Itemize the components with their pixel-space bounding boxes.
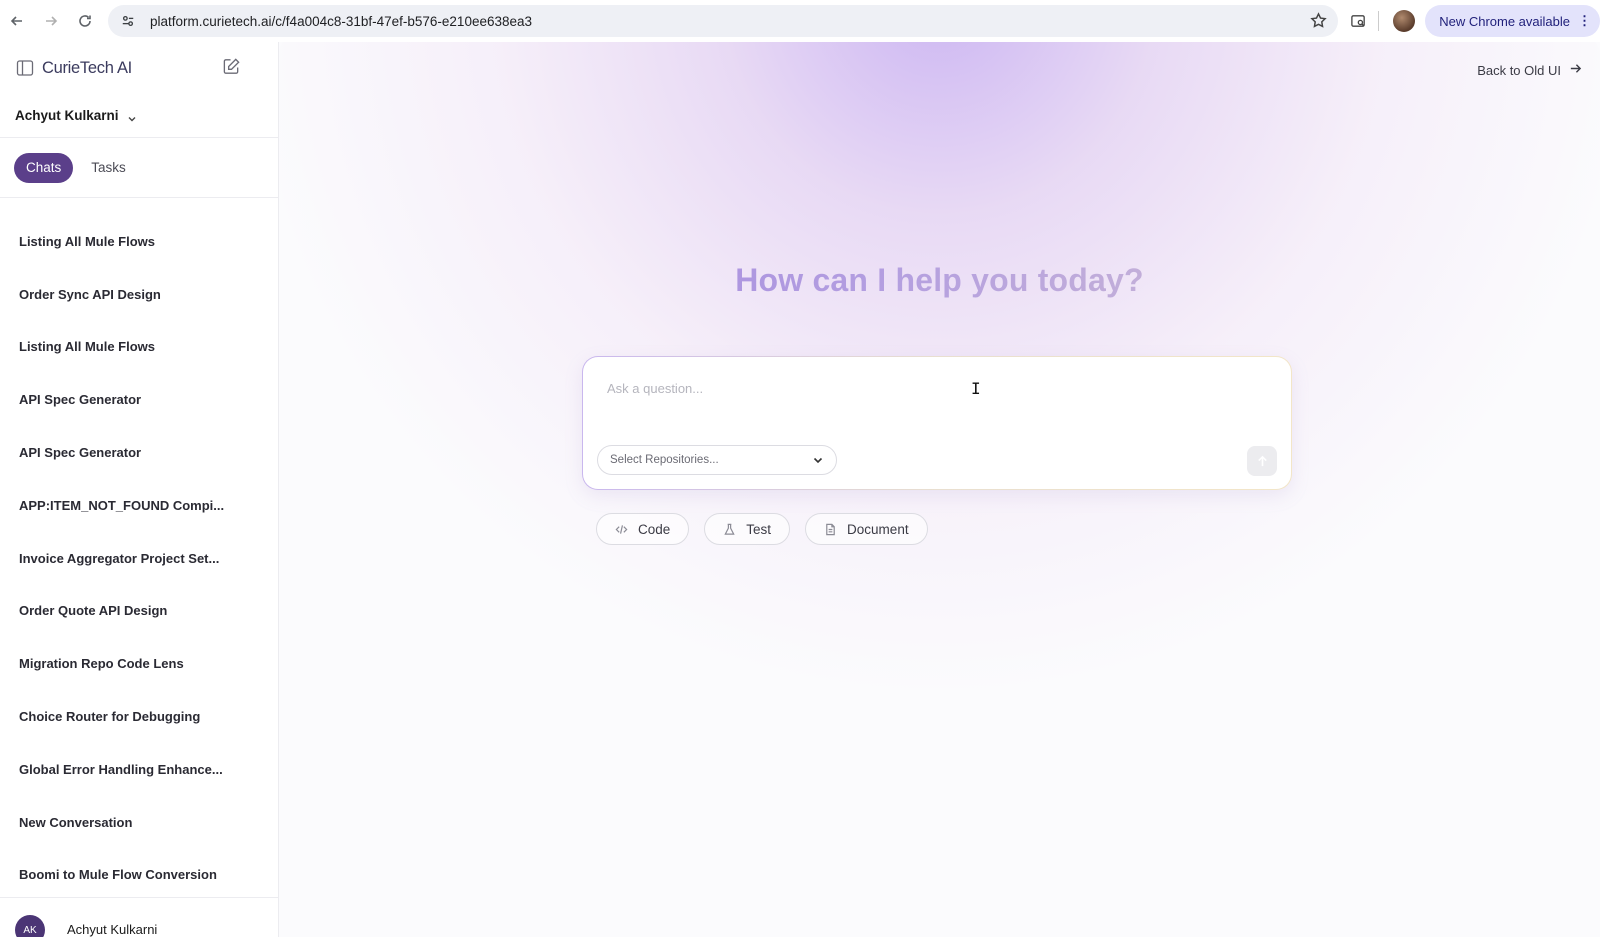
list-item[interactable]: API Spec Generator <box>0 426 230 479</box>
tab-chats[interactable]: Chats <box>14 152 74 183</box>
toolbar-divider <box>1378 11 1380 31</box>
address-bar[interactable]: platform.curietech.ai/c/f4a004c8-31bf-47… <box>108 5 1338 37</box>
document-button-label: Document <box>847 521 909 537</box>
list-item[interactable]: Global Error Handling Enhance... <box>0 743 230 796</box>
chat-composer: Select Repositories... <box>582 356 1292 490</box>
browser-toolbar: platform.curietech.ai/c/f4a004c8-31bf-47… <box>0 0 1600 42</box>
chevron-down-icon <box>812 454 824 466</box>
avatar: AK <box>15 915 45 937</box>
list-item[interactable]: Choice Router for Debugging <box>0 690 230 743</box>
list-item[interactable]: Listing All Mule Flows <box>0 321 230 374</box>
browser-actions: New Chrome available ⋮ <box>1342 5 1600 37</box>
workspace-user-selector[interactable]: Achyut Kulkarni <box>0 94 278 138</box>
account-footer[interactable]: AK Achyut Kulkarni <box>0 897 279 937</box>
send-button[interactable] <box>1247 446 1277 476</box>
footer-user-name: Achyut Kulkarni <box>67 922 158 937</box>
profile-avatar[interactable] <box>1393 10 1416 32</box>
list-item[interactable]: Listing All Mule Flows <box>0 215 230 268</box>
code-button[interactable]: Code <box>596 513 690 545</box>
document-button[interactable]: Document <box>805 513 928 545</box>
brand-logo: CurieTech AI <box>42 58 132 77</box>
page-title: How can I help you today? <box>279 262 1600 299</box>
url-text[interactable]: platform.curietech.ai/c/f4a004c8-31bf-47… <box>150 14 532 29</box>
tab-tasks[interactable]: Tasks <box>79 153 138 183</box>
list-item[interactable]: Migration Repo Code Lens <box>0 637 230 690</box>
more-vert-icon[interactable]: ⋮ <box>1578 13 1591 29</box>
sidebar-toggle-icon[interactable] <box>16 59 34 77</box>
main-panel: Back to Old UI How can I help you today?… <box>279 42 1600 937</box>
code-button-label: Code <box>638 521 671 537</box>
chevron-down-icon <box>127 111 137 121</box>
code-icon <box>615 524 628 534</box>
repository-select-placeholder: Select Repositories... <box>610 454 719 466</box>
back-arrow-icon[interactable] <box>0 4 34 38</box>
test-button-label: Test <box>746 521 772 537</box>
star-icon[interactable] <box>1310 12 1328 30</box>
site-info-icon[interactable] <box>116 9 140 33</box>
chat-list: Listing All Mule Flows Order Sync API De… <box>0 198 278 901</box>
update-chrome-button[interactable]: New Chrome available ⋮ <box>1425 5 1600 37</box>
back-to-old-ui-link[interactable]: Back to Old UI <box>1477 62 1582 78</box>
flask-icon <box>724 523 735 535</box>
back-to-old-ui-label: Back to Old UI <box>1477 62 1561 78</box>
list-item[interactable]: New Conversation <box>0 796 230 849</box>
sidebar-header: CurieTech AI <box>0 42 278 94</box>
forward-arrow-icon[interactable] <box>34 4 68 38</box>
arrow-right-icon <box>1569 62 1582 78</box>
test-button[interactable]: Test <box>704 513 791 545</box>
tab-search-icon[interactable] <box>1342 5 1374 37</box>
list-item[interactable]: APP:ITEM_NOT_FOUND Compi... <box>0 479 230 532</box>
update-label: New Chrome available <box>1439 13 1570 29</box>
reload-icon[interactable] <box>68 4 102 38</box>
question-input[interactable] <box>607 381 1247 421</box>
quick-actions: Code Test Document <box>596 513 928 545</box>
document-icon <box>826 523 835 535</box>
sidebar: CurieTech AI Achyut Kulkarni Chats Tasks… <box>0 42 279 937</box>
new-chat-icon[interactable] <box>222 57 242 77</box>
arrow-up-icon <box>1257 455 1267 466</box>
text-cursor-icon: I <box>971 379 981 398</box>
list-item[interactable]: API Spec Generator <box>0 373 230 426</box>
list-item[interactable]: Boomi to Mule Flow Conversion <box>0 849 230 902</box>
sidebar-tabs: Chats Tasks <box>0 138 278 198</box>
user-name: Achyut Kulkarni <box>15 108 119 123</box>
repository-select[interactable]: Select Repositories... <box>597 445 837 475</box>
list-item[interactable]: Order Sync API Design <box>0 268 230 321</box>
list-item[interactable]: Invoice Aggregator Project Set... <box>0 532 230 585</box>
list-item[interactable]: Order Quote API Design <box>0 585 230 638</box>
